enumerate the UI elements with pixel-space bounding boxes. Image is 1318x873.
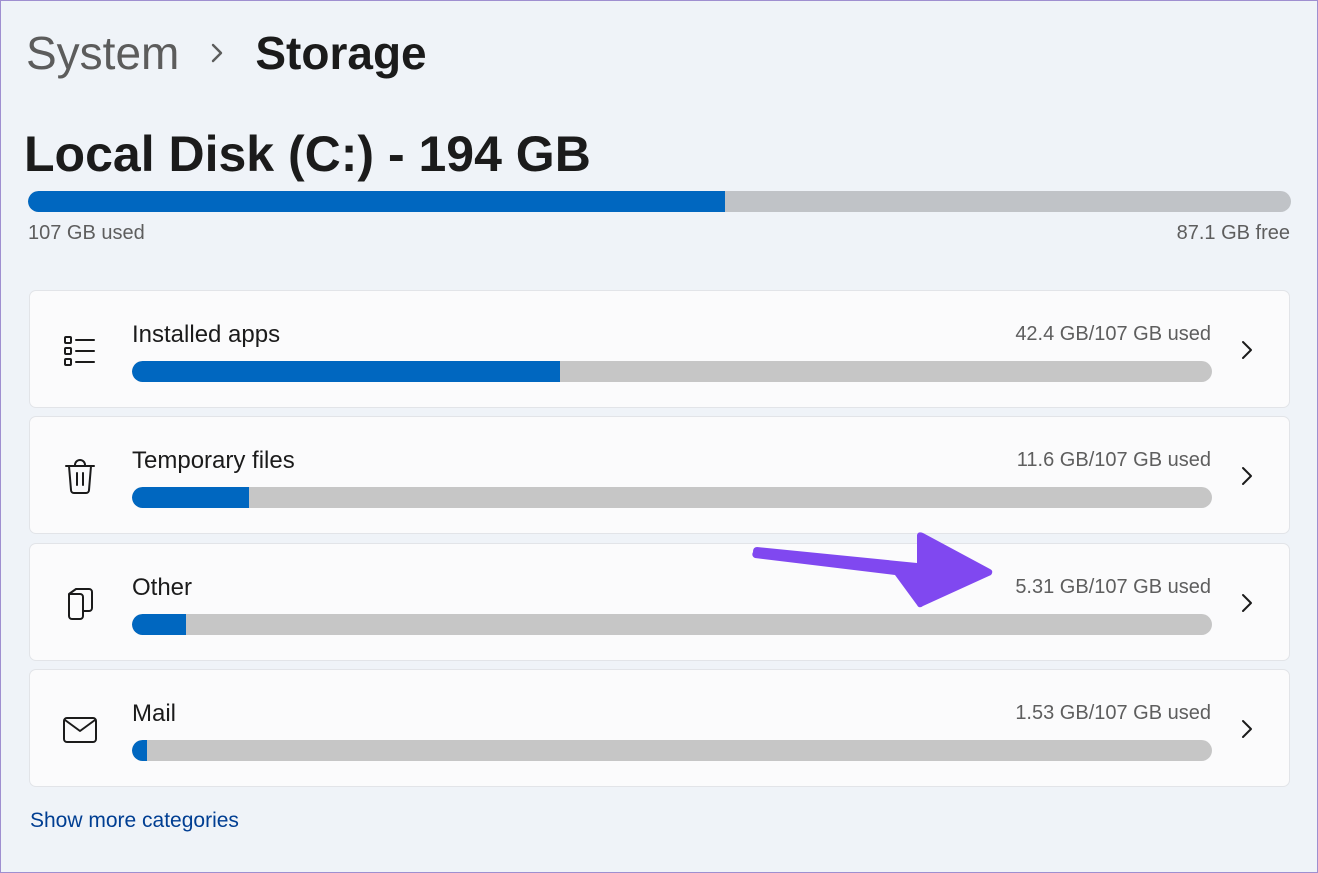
disk-usage-fill (28, 191, 726, 212)
list-icon (60, 331, 100, 371)
trash-icon (60, 457, 100, 497)
chevron-right-icon (1239, 337, 1255, 363)
category-installed-apps[interactable]: Installed apps 42.4 GB/107 GB used (29, 290, 1290, 408)
category-usage-fill (132, 614, 186, 635)
disk-usage-bar (28, 191, 1291, 212)
disk-title: Local Disk (C:) - 194 GB (24, 126, 591, 182)
category-usage-fill (132, 361, 560, 382)
category-temporary-files[interactable]: Temporary files 11.6 GB/107 GB used (29, 416, 1290, 534)
category-label: Installed apps (132, 321, 281, 348)
category-label: Temporary files (132, 447, 295, 474)
page-title: Storage (255, 27, 427, 79)
show-more-categories-link[interactable]: Show more categories (30, 809, 239, 833)
category-usage-bar (132, 361, 1212, 382)
category-usage-bar (132, 614, 1212, 635)
chevron-right-icon (1239, 590, 1255, 616)
chevron-right-icon (1239, 463, 1255, 489)
category-amount: 1.53 GB/107 GB used (1015, 702, 1211, 724)
category-usage-bar (132, 487, 1212, 508)
disk-free-label: 87.1 GB free (1176, 222, 1290, 244)
mail-icon (60, 710, 100, 750)
category-other[interactable]: Other 5.31 GB/107 GB used (29, 543, 1290, 661)
category-usage-fill (132, 740, 148, 761)
document-icon (60, 584, 100, 624)
category-mail[interactable]: Mail 1.53 GB/107 GB used (29, 669, 1290, 787)
category-label: Other (132, 574, 193, 601)
category-label: Mail (132, 700, 177, 727)
category-usage-fill (132, 487, 249, 508)
chevron-right-icon (1239, 716, 1255, 742)
category-amount: 42.4 GB/107 GB used (1015, 323, 1211, 345)
annotation-arrow-icon (752, 532, 993, 608)
disk-used-label: 107 GB used (28, 222, 145, 244)
category-amount: 5.31 GB/107 GB used (1015, 576, 1211, 598)
category-amount: 11.6 GB/107 GB used (1016, 449, 1211, 471)
category-usage-bar (132, 740, 1212, 761)
breadcrumb-system[interactable]: System (26, 22, 179, 84)
chevron-right-icon (179, 42, 255, 64)
breadcrumb: System Storage (26, 22, 427, 84)
